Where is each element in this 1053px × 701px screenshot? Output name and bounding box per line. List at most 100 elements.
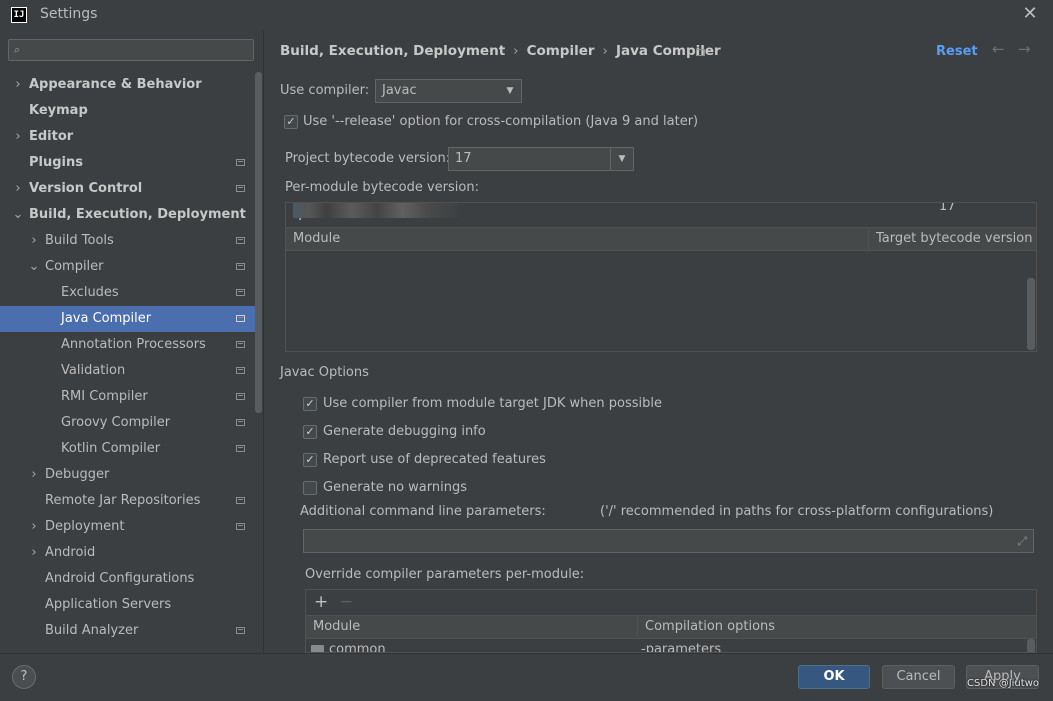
table-scrollbar[interactable]	[1027, 639, 1035, 652]
column-header-module[interactable]: Module	[306, 616, 638, 638]
breadcrumb: Build, Execution, Deployment › Compiler › Ja…	[280, 43, 721, 59]
sidebar-item[interactable]: ⌄ Compiler	[0, 254, 255, 280]
release-option-checkbox[interactable]: ✓	[284, 115, 298, 129]
reset-link[interactable]: Reset	[936, 44, 978, 59]
search-input[interactable]: ⌕	[8, 39, 254, 61]
table-scrollbar[interactable]	[1027, 278, 1035, 350]
sidebar-item-label: Remote Jar Repositories	[45, 493, 201, 508]
chevron-down-icon[interactable]: ⌄	[28, 254, 40, 280]
project-level-icon	[236, 289, 245, 296]
column-header-module[interactable]: Module	[286, 228, 869, 250]
sidebar-item-label: Kotlin Compiler	[61, 441, 161, 456]
sidebar-item-label: Build Tools	[45, 233, 114, 248]
sidebar-item-label: Annotation Processors	[61, 337, 206, 352]
chevron-right-icon[interactable]: ›	[28, 462, 40, 488]
sidebar-item[interactable]: Keymap	[0, 98, 255, 124]
override-module-options: -parameters	[641, 642, 722, 653]
search-icon: ⌕	[14, 43, 21, 56]
sidebar-item-label: Excludes	[61, 285, 119, 300]
additional-params-input[interactable]: ⤢	[303, 529, 1034, 553]
forward-arrow-icon[interactable]: →	[1018, 40, 1031, 58]
chevron-right-icon[interactable]: ›	[12, 72, 24, 98]
javac-option-checkbox[interactable]	[303, 481, 317, 495]
sidebar-item[interactable]: ⌄ Build, Execution, Deployment	[0, 202, 255, 228]
add-override-button[interactable]: +	[314, 593, 328, 611]
sidebar-item-label: Keymap	[29, 103, 88, 118]
project-level-icon	[236, 393, 245, 400]
project-bytecode-select[interactable]: 17 ▼	[448, 147, 634, 171]
sidebar-item[interactable]: Plugins	[0, 150, 255, 176]
project-level-icon	[236, 237, 245, 244]
help-button[interactable]: ?	[12, 665, 36, 689]
chevron-right-icon[interactable]: ›	[28, 540, 40, 566]
column-header-target[interactable]: Target bytecode version	[869, 228, 1036, 250]
sidebar-item-label: Debugger	[45, 467, 110, 482]
project-level-icon	[236, 627, 245, 634]
watermark: CSDN @Jiutwo	[967, 678, 1039, 689]
sidebar-item[interactable]: Kotlin Compiler	[0, 436, 255, 462]
javac-option-checkbox[interactable]: ✓	[303, 425, 317, 439]
sidebar-item[interactable]: › Debugger	[0, 462, 255, 488]
project-level-icon	[236, 315, 245, 322]
chevron-down-icon[interactable]: ⌄	[12, 202, 24, 228]
sidebar-item[interactable]: RMI Compiler	[0, 384, 255, 410]
javac-option-label[interactable]: Generate debugging info	[323, 424, 486, 439]
breadcrumb-item[interactable]: Compiler	[527, 43, 595, 59]
sidebar-item[interactable]: Build Analyzer	[0, 618, 255, 644]
sidebar-item[interactable]: › Editor	[0, 124, 255, 150]
project-level-icon	[236, 367, 245, 374]
javac-option-label[interactable]: Report use of deprecated features	[323, 452, 546, 467]
additional-params-label: Additional command line parameters:	[300, 504, 546, 519]
breadcrumb-separator: ›	[513, 43, 519, 59]
sidebar-item[interactable]: › Deployment	[0, 514, 255, 540]
folder-icon	[311, 645, 324, 652]
chevron-right-icon[interactable]: ›	[12, 176, 24, 202]
sidebar-item[interactable]: › Appearance & Behavior	[0, 72, 255, 98]
use-compiler-select[interactable]: Javac ▼	[375, 79, 522, 103]
sidebar-item[interactable]: › Build Tools	[0, 228, 255, 254]
sidebar-item[interactable]: Java Compiler	[0, 306, 255, 332]
javac-option-checkbox[interactable]: ✓	[303, 397, 317, 411]
chevron-right-icon[interactable]: ›	[12, 124, 24, 150]
sidebar-item[interactable]: Validation	[0, 358, 255, 384]
override-params-table: + − Module Compilation options common -p…	[305, 589, 1037, 653]
chevron-right-icon[interactable]: ›	[28, 514, 40, 540]
sidebar-item-label: Plugins	[29, 155, 83, 170]
javac-option-checkbox[interactable]: ✓	[303, 453, 317, 467]
sidebar-item[interactable]: Android Configurations	[0, 566, 255, 592]
per-module-label: Per-module bytecode version:	[285, 180, 479, 195]
remove-override-button[interactable]: −	[339, 593, 353, 611]
javac-options-title: Javac Options	[280, 365, 369, 380]
table-row[interactable]: 17	[287, 202, 1027, 218]
javac-option-label[interactable]: Use compiler from module target JDK when…	[323, 396, 662, 411]
sidebar-item[interactable]: Groovy Compiler	[0, 410, 255, 436]
release-option-label[interactable]: Use '--release' option for cross-compila…	[303, 114, 698, 129]
project-level-icon	[236, 497, 245, 504]
checkmark-icon: ✓	[286, 115, 296, 128]
ok-button[interactable]: OK	[798, 665, 870, 689]
sidebar-item[interactable]: Annotation Processors	[0, 332, 255, 358]
breadcrumb-item[interactable]: Build, Execution, Deployment	[280, 43, 505, 59]
sidebar-item[interactable]: Remote Jar Repositories	[0, 488, 255, 514]
checkmark-icon: ✓	[305, 425, 315, 438]
sidebar-item[interactable]: Application Servers	[0, 592, 255, 618]
sidebar-item[interactable]: Excludes	[0, 280, 255, 306]
cancel-button[interactable]: Cancel	[882, 665, 955, 689]
sidebar-item-label: Editor	[29, 129, 74, 144]
sidebar-scrollbar[interactable]	[255, 72, 262, 413]
sidebar-item[interactable]: › Android	[0, 540, 255, 566]
expand-icon[interactable]: ⤢	[1017, 534, 1027, 549]
chevron-right-icon[interactable]: ›	[28, 228, 40, 254]
checkmark-icon: ✓	[305, 453, 315, 466]
additional-params-hint: ('/' recommended in paths for cross-plat…	[600, 504, 994, 519]
column-header-options[interactable]: Compilation options	[638, 616, 1036, 638]
override-params-label: Override compiler parameters per-module:	[305, 567, 585, 582]
sidebar-item[interactable]: › Version Control	[0, 176, 255, 202]
target-bytecode-value: 17	[939, 202, 956, 214]
close-icon[interactable]: ✕	[1020, 3, 1040, 25]
javac-option-label[interactable]: Generate no warnings	[323, 480, 467, 495]
project-level-icon	[236, 445, 245, 452]
use-compiler-label: Use compiler:	[280, 83, 370, 98]
back-arrow-icon[interactable]: ←	[992, 40, 1005, 58]
table-row[interactable]: common -parameters	[307, 639, 1027, 653]
